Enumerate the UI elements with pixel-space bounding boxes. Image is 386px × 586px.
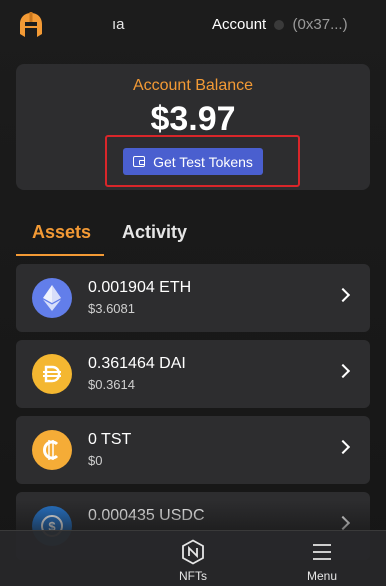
tab-activity[interactable]: Activity: [122, 222, 187, 243]
get-test-tokens-label: Get Test Tokens: [153, 153, 253, 170]
chevron-right-icon: [335, 439, 351, 455]
nav-menu[interactable]: Menu: [282, 539, 362, 583]
nav-menu-label: Menu: [306, 569, 338, 583]
asset-row-dai[interactable]: 0.361464 DAI $0.3614: [16, 340, 370, 408]
asset-value: $0: [88, 453, 103, 468]
asset-amount: 0.001904 ETH: [88, 279, 192, 296]
asset-row-tst[interactable]: 0 TST $0: [16, 416, 370, 484]
tab-active-indicator: [16, 254, 104, 256]
bottom-nav: NFTs Menu: [0, 530, 386, 586]
nav-nfts-label: NFTs: [179, 569, 207, 583]
account-selector[interactable]: Account (0x37...): [212, 16, 348, 33]
nft-icon: [182, 539, 204, 565]
wallet-app: ıa Account (0x37...) Account Balance $3.…: [0, 0, 386, 586]
asset-amount: 0 TST: [88, 431, 132, 448]
chevron-right-icon: [335, 287, 351, 303]
asset-amount: 0.000435 USDC: [88, 507, 205, 524]
account-address: (0x37...): [292, 16, 348, 33]
tab-assets[interactable]: Assets: [32, 222, 91, 243]
nav-nfts[interactable]: NFTs: [153, 539, 233, 583]
asset-row-eth[interactable]: 0.001904 ETH $3.6081: [16, 264, 370, 332]
asset-value: $0.3614: [88, 377, 135, 392]
get-test-tokens-button[interactable]: Get Test Tokens: [123, 148, 263, 175]
header: ıa Account (0x37...): [0, 0, 386, 50]
menu-icon: [313, 544, 331, 560]
tst-icon: [32, 430, 72, 470]
account-avatar: [274, 20, 285, 31]
asset-amount: 0.361464 DAI: [88, 355, 186, 372]
eth-icon: [32, 278, 72, 318]
chevron-right-icon: [335, 363, 351, 379]
account-label: Account: [212, 16, 267, 33]
chevron-right-icon: [335, 515, 351, 531]
balance-label: Account Balance: [132, 77, 254, 94]
asset-value: $3.6081: [88, 301, 135, 316]
wallet-icon: [133, 156, 146, 167]
balance-value: $3.97: [150, 100, 236, 138]
logo-icon[interactable]: [16, 10, 46, 40]
dai-icon: [32, 354, 72, 394]
network-name[interactable]: ıa: [112, 16, 125, 33]
